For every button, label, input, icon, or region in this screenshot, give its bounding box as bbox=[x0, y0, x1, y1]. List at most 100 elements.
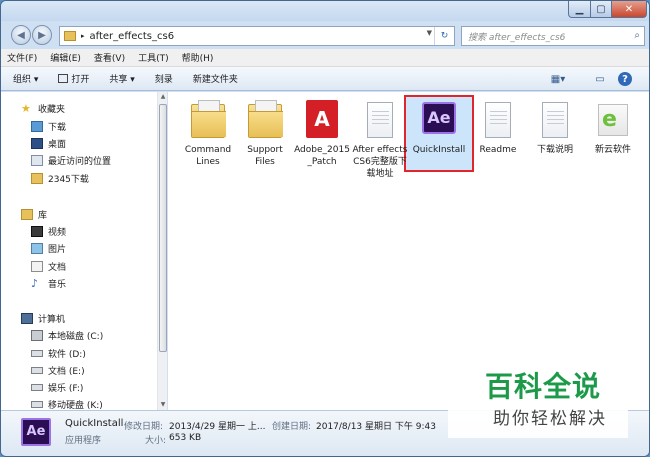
view-options-icon[interactable]: ▦▾ bbox=[549, 71, 567, 87]
sidebar-label: 最近访问的位置 bbox=[48, 157, 112, 167]
scroll-up-icon[interactable]: ▲ bbox=[158, 92, 168, 102]
chevron-down-icon[interactable]: ▼ bbox=[427, 29, 432, 37]
scroll-down-icon[interactable]: ▼ bbox=[158, 400, 168, 410]
sidebar-label: 2345下载 bbox=[48, 175, 89, 185]
back-button[interactable]: ◀ bbox=[11, 25, 31, 45]
sidebar-item-desktop[interactable]: 桌面 bbox=[31, 137, 66, 150]
size-label: 大小: bbox=[145, 436, 167, 446]
file-item[interactable]: Readme bbox=[470, 98, 526, 156]
close-button[interactable]: ✕ bbox=[611, 1, 647, 18]
file-item[interactable]: Command Lines bbox=[180, 98, 236, 168]
drive-icon bbox=[31, 367, 43, 374]
system-drive-icon bbox=[31, 330, 43, 341]
document-icon bbox=[367, 102, 393, 138]
menu-edit[interactable]: 编辑(E) bbox=[50, 51, 81, 64]
document-icon bbox=[31, 261, 43, 272]
file-item-selected[interactable]: Ae QuickInstall bbox=[411, 98, 467, 156]
ie-icon: e bbox=[598, 104, 628, 136]
minimize-button[interactable]: ▁ bbox=[568, 1, 591, 18]
sidebar-item-downloads[interactable]: 下载 bbox=[31, 120, 66, 133]
help-icon[interactable]: ? bbox=[618, 72, 632, 86]
watermark-title: 百科全说 bbox=[485, 370, 602, 403]
document-icon bbox=[485, 102, 511, 138]
recent-places-icon bbox=[31, 155, 43, 166]
sidebar-label: 视频 bbox=[48, 228, 67, 238]
search-input[interactable]: 搜索 after_effects_cs6 ⌕ bbox=[461, 26, 645, 46]
created-value: 2017/8/13 星期日 下午 9:43 bbox=[316, 422, 436, 432]
adobe-icon: A bbox=[306, 100, 338, 138]
sidebar-label: 图片 bbox=[48, 245, 67, 255]
folder-icon bbox=[248, 100, 283, 138]
watermark: 百科全说 助你轻松解决 bbox=[448, 356, 628, 438]
file-name: Command Lines bbox=[184, 145, 232, 167]
sidebar-computer[interactable]: 计算机 bbox=[21, 312, 65, 325]
sidebar-scrollbar[interactable]: ▲ ▼ bbox=[157, 92, 167, 410]
details-file-name: QuickInstall bbox=[65, 418, 124, 429]
sidebar-label: 下载 bbox=[48, 123, 67, 133]
sidebar-label: 收藏夹 bbox=[38, 105, 66, 115]
sidebar-label: 本地磁盘 (C:) bbox=[48, 332, 104, 342]
sidebar-item-drive-d[interactable]: 软件 (D:) bbox=[31, 347, 86, 360]
file-name: Adobe_2015_Patch bbox=[294, 145, 350, 167]
download-folder-icon bbox=[31, 121, 43, 132]
sidebar-label: 计算机 bbox=[38, 315, 66, 325]
file-name: 新云软件 bbox=[594, 145, 631, 155]
open-button[interactable]: 打开 bbox=[58, 72, 89, 85]
open-icon bbox=[58, 74, 69, 83]
forward-button[interactable]: ▶ bbox=[32, 25, 52, 45]
menu-help[interactable]: 帮助(H) bbox=[182, 51, 214, 64]
command-bar: 组织 ▾ 打开 共享 ▾ 刻录 新建文件夹 ▦▾ ▭ ? bbox=[1, 67, 649, 91]
sidebar-label: 文档 (E:) bbox=[48, 367, 85, 377]
preview-pane-icon[interactable]: ▭ bbox=[591, 71, 609, 87]
file-item[interactable]: e 新云软件 bbox=[585, 98, 641, 156]
organize-button[interactable]: 组织 ▾ bbox=[13, 72, 38, 85]
address-bar[interactable]: ▸ after_effects_cs6 ▼ ↻ bbox=[59, 26, 455, 46]
file-item[interactable]: A Adobe_2015_Patch bbox=[294, 98, 350, 168]
breadcrumb-current[interactable]: after_effects_cs6 bbox=[90, 31, 175, 42]
sidebar-item-recent[interactable]: 最近访问的位置 bbox=[31, 154, 111, 167]
sidebar-libraries[interactable]: 库 bbox=[21, 208, 47, 221]
library-icon bbox=[21, 209, 33, 220]
sidebar-item-pictures[interactable]: 图片 bbox=[31, 242, 66, 255]
scrollbar-thumb[interactable] bbox=[159, 104, 167, 352]
menu-file[interactable]: 文件(F) bbox=[7, 51, 37, 64]
sidebar-item-videos[interactable]: 视频 bbox=[31, 225, 66, 238]
menu-view[interactable]: 查看(V) bbox=[94, 51, 125, 64]
maximize-button[interactable]: ▢ bbox=[590, 1, 612, 18]
burn-button[interactable]: 刻录 bbox=[155, 72, 173, 85]
sidebar-item-music[interactable]: ♪ 音乐 bbox=[31, 277, 66, 290]
new-folder-button[interactable]: 新建文件夹 bbox=[193, 72, 238, 85]
title-bar: ▁ ▢ ✕ bbox=[1, 1, 649, 21]
sidebar-label: 库 bbox=[38, 211, 48, 221]
search-icon[interactable]: ⌕ bbox=[634, 30, 640, 41]
file-item[interactable]: Support Files bbox=[237, 98, 293, 168]
music-icon: ♪ bbox=[31, 277, 39, 290]
file-name: After effects CS6完整版下载地址 bbox=[352, 145, 408, 179]
sidebar-item-documents[interactable]: 文档 bbox=[31, 260, 66, 273]
sidebar-item-drive-e[interactable]: 文档 (E:) bbox=[31, 364, 85, 377]
sidebar-label: 文档 bbox=[48, 263, 67, 273]
modified-value: 2013/4/29 星期一 上... bbox=[169, 422, 266, 432]
file-name: 下载说明 bbox=[536, 145, 573, 155]
file-item[interactable]: After effects CS6完整版下载地址 bbox=[352, 98, 408, 180]
modified-label: 修改日期: bbox=[124, 422, 164, 432]
forward-arrow-icon: ▶ bbox=[38, 29, 46, 41]
refresh-button[interactable]: ↻ bbox=[434, 27, 454, 45]
sidebar-item-drive-f[interactable]: 娱乐 (F:) bbox=[31, 381, 83, 394]
sidebar-item-drive-c[interactable]: 本地磁盘 (C:) bbox=[31, 329, 103, 342]
drive-icon bbox=[31, 384, 43, 391]
created-label: 创建日期: bbox=[272, 422, 312, 432]
share-button[interactable]: 共享 ▾ bbox=[109, 72, 134, 85]
file-item[interactable]: 下载说明 bbox=[527, 98, 583, 156]
folder-icon bbox=[31, 173, 43, 184]
search-placeholder: 搜索 after_effects_cs6 bbox=[468, 32, 566, 43]
sidebar-item-2345[interactable]: 2345下载 bbox=[31, 172, 89, 185]
sidebar-label: 桌面 bbox=[48, 140, 67, 150]
open-label: 打开 bbox=[71, 75, 90, 85]
folder-icon bbox=[64, 31, 76, 41]
file-name: Support Files bbox=[247, 145, 283, 167]
menu-tools[interactable]: 工具(T) bbox=[138, 51, 169, 64]
document-icon bbox=[542, 102, 568, 138]
back-arrow-icon: ◀ bbox=[17, 29, 25, 41]
sidebar-favorites[interactable]: ★ 收藏夹 bbox=[21, 102, 65, 115]
